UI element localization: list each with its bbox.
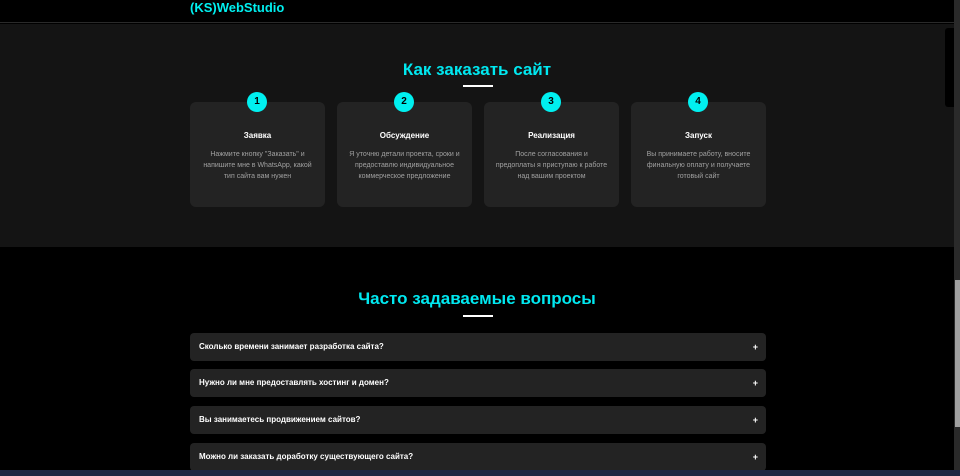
faq-item[interactable]: Сколько времени занимает разработка сайт… (190, 333, 766, 361)
step-number: 2 (394, 92, 414, 112)
step-number: 4 (688, 92, 708, 112)
faq-question: Вы занимаетесь продвижением сайтов? (199, 415, 361, 424)
taskbar (0, 470, 960, 476)
step-card: 4 Запуск Вы принимаете работу, вносите ф… (631, 92, 766, 207)
step-card: 3 Реализация После согласования и предоп… (484, 92, 619, 207)
step-text: Я уточню детали проекта, сроки и предост… (349, 151, 460, 180)
step-number: 1 (247, 92, 267, 112)
step-card: 2 Обсуждение Я уточню детали проекта, ср… (337, 92, 472, 207)
site-header: (KS)WebStudio (0, 0, 954, 23)
step-title: Обсуждение (379, 131, 430, 140)
scrollbar-thumb[interactable] (955, 280, 960, 427)
faq-title: Часто задаваемые вопросы (358, 289, 596, 308)
scrollbar[interactable] (954, 0, 960, 470)
step-title: Реализация (528, 131, 575, 140)
step-title: Заявка (243, 131, 272, 140)
title-underline (463, 315, 493, 317)
side-panel-handle[interactable] (945, 28, 954, 107)
faq-item[interactable]: Вы занимаетесь продвижением сайтов? + (190, 406, 766, 434)
step-text: Вы принимаете работу, вносите финальную … (646, 151, 751, 180)
plus-icon[interactable]: + (753, 333, 758, 361)
step-number: 3 (541, 92, 561, 112)
title-underline (463, 85, 493, 87)
faq-question: Нужно ли мне предоставлять хостинг и дом… (199, 378, 389, 387)
section-title: Как заказать сайт (402, 60, 552, 79)
step-text: Нажмите кнопку "Заказать" и напишите мне… (203, 151, 312, 180)
step-title: Запуск (685, 131, 712, 140)
faq-question: Сколько времени занимает разработка сайт… (199, 342, 384, 351)
faq-question: Можно ли заказать доработку существующег… (199, 452, 414, 461)
step-text: После согласования и предоплаты я присту… (495, 151, 608, 180)
logo[interactable]: (KS)WebStudio (190, 0, 284, 16)
faq-item[interactable]: Можно ли заказать доработку существующег… (190, 443, 766, 471)
plus-icon[interactable]: + (753, 406, 758, 434)
faq-item[interactable]: Нужно ли мне предоставлять хостинг и дом… (190, 369, 766, 397)
plus-icon[interactable]: + (753, 443, 758, 471)
plus-icon[interactable]: + (753, 369, 758, 397)
how-to-order-section: Как заказать сайт 1 Заявка Нажмите кнопк… (0, 24, 954, 247)
step-card: 1 Заявка Нажмите кнопку "Заказать" и нап… (190, 92, 325, 207)
